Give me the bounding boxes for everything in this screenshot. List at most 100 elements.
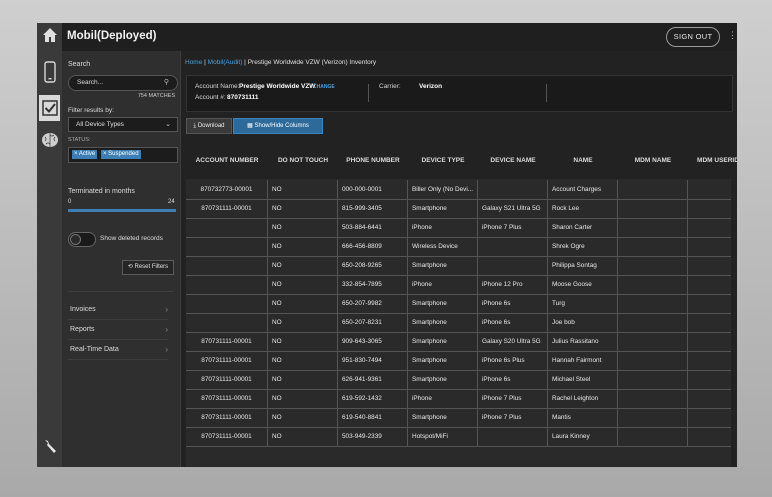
search-placeholder: Search... [77, 79, 104, 86]
phone-number-cell: 332-854-7895 [338, 275, 408, 294]
column-header-account-number[interactable]: ACCOUNT NUMBER [186, 157, 268, 167]
column-header-do-not-touch[interactable]: DO NOT TOUCH [268, 157, 338, 167]
table-row[interactable]: 870731111-00001 NO 909-643-3065 Smartphone G… [186, 332, 731, 352]
phone-number-cell: 666-456-8809 [338, 237, 408, 256]
breadcrumb-separator: | [204, 59, 206, 66]
column-header-device-type[interactable]: DEVICE TYPE [408, 157, 478, 167]
download-label: Download [197, 123, 225, 129]
nav-item-reports[interactable]: Reports › [68, 321, 168, 340]
checkbox-icon[interactable] [39, 95, 60, 121]
table-row[interactable]: 870732773-00001 NO 000-000-0001 Biller Only… [186, 180, 731, 200]
device-name-cell: iPhone 6s [478, 294, 548, 313]
home-icon[interactable] [37, 27, 62, 45]
phone-number-cell: 951-830-7494 [338, 351, 408, 370]
mdm-name-cell [618, 427, 688, 446]
name-cell: Julius Rassitano [548, 332, 618, 351]
device-type-cell: Smartphone [408, 256, 478, 275]
brain-icon[interactable] [37, 131, 62, 151]
device-name-cell: Galaxy S20 Ultra 5G [478, 332, 548, 351]
phone-number-cell: 626-941-9361 [338, 370, 408, 389]
nav-item-real-time-data[interactable]: Real-Time Data › [68, 341, 168, 360]
download-button[interactable]: ⤓ Download [186, 118, 232, 134]
account-number-label: Account #: [195, 94, 226, 101]
slider-min-label: 0 [68, 199, 72, 205]
top-bar: Mobil(Deployed) SIGN OUT ⋮ [62, 23, 737, 52]
device-name-cell: iPhone 6s [478, 370, 548, 389]
table-row[interactable]: 870731111-00001 NO 951-830-7494 Smartphone i… [186, 351, 731, 371]
show-deleted-label: Show deleted records [100, 235, 163, 242]
phone-number-cell: 000-000-0001 [338, 180, 408, 199]
device-name-cell [478, 256, 548, 275]
carrier-value: Verizon [419, 83, 443, 90]
status-multiselect[interactable]: × Active × Suspended [68, 147, 178, 163]
device-type-select[interactable]: All Device Types ⌄ [68, 117, 178, 132]
table-row[interactable]: 870731111-00001 NO 626-941-9361 Smartphone i… [186, 370, 731, 390]
column-header-mdm-userid[interactable]: MDM USERID [688, 157, 737, 167]
column-header-mdm-name[interactable]: MDM NAME [618, 157, 688, 167]
mdm-userid-cell [688, 218, 731, 237]
search-input[interactable]: Search... ⚲ [68, 75, 178, 91]
do-not-touch-cell: NO [268, 313, 338, 332]
phone-number-cell: 503-949-2339 [338, 427, 408, 446]
show-deleted-toggle[interactable] [68, 232, 96, 247]
change-account-link[interactable]: CHANGE [313, 84, 335, 90]
phone-icon[interactable] [37, 61, 62, 85]
table-row[interactable]: NO 666-456-8809 Wireless Device Shrek Ogre [186, 237, 731, 257]
column-header-phone-number[interactable]: PHONE NUMBER [338, 157, 408, 167]
table-row[interactable]: NO 332-854-7895 iPhone iPhone 12 Pro Moose G… [186, 275, 731, 295]
table-row[interactable]: 870731111-00001 NO 619-592-1432 iPhone iPhon… [186, 389, 731, 409]
phone-number-cell: 503-884-6441 [338, 218, 408, 237]
column-header-device-name[interactable]: DEVICE NAME [478, 157, 548, 167]
nav-item-invoices[interactable]: Invoices › [68, 301, 168, 320]
terminated-slider[interactable] [68, 209, 176, 212]
divider [368, 84, 369, 102]
device-name-cell: iPhone 7 Plus [478, 389, 548, 408]
phone-number-cell: 650-208-9265 [338, 256, 408, 275]
table-row[interactable]: 870731111-00001 NO 503-949-2339 Hotspot/MiF… [186, 427, 731, 447]
breadcrumb-separator: | [244, 59, 246, 66]
toggle-knob [70, 234, 81, 245]
breadcrumb-home[interactable]: Home [185, 59, 202, 66]
show-hide-columns-button[interactable]: ▦ Show/Hide Columns [233, 118, 323, 134]
wrench-icon[interactable] [37, 439, 62, 457]
more-menu-icon[interactable]: ⋮ [728, 30, 737, 41]
do-not-touch-cell: NO [268, 199, 338, 218]
device-type-cell: Smartphone [408, 351, 478, 370]
phone-number-cell: 619-592-1432 [338, 389, 408, 408]
mdm-userid-cell [688, 180, 731, 199]
chevron-right-icon: › [165, 305, 168, 314]
terminated-label: Terminated in months [68, 188, 135, 195]
account-number-cell: 870731111-00001 [186, 332, 268, 351]
table-row[interactable]: 870731111-00001 NO 815-999-3405 Smartphone G… [186, 199, 731, 219]
reset-filters-button[interactable]: ⟲ Reset Filters [122, 260, 174, 275]
account-number-cell [186, 313, 268, 332]
do-not-touch-cell: NO [268, 237, 338, 256]
account-name-value: Prestige Worldwide VZW [239, 83, 316, 90]
main-content: Home | Mobil(Audit) | Prestige Worldwide… [181, 51, 737, 467]
mdm-userid-cell [688, 389, 731, 408]
table-row[interactable]: NO 503-884-6441 iPhone iPhone 7 Plus Sharon … [186, 218, 731, 238]
sign-out-button[interactable]: SIGN OUT [666, 27, 720, 47]
table-row[interactable]: NO 650-207-8231 Smartphone iPhone 6s Joe bob [186, 313, 731, 333]
search-label: Search [68, 61, 91, 68]
column-header-name[interactable]: NAME [548, 157, 618, 167]
search-icon[interactable]: ⚲ [164, 78, 169, 86]
mdm-userid-cell [688, 237, 731, 256]
do-not-touch-cell: NO [268, 351, 338, 370]
status-chip-active[interactable]: × Active [72, 150, 98, 159]
name-cell: Philippa Sontag [548, 256, 618, 275]
account-number-cell: 870731111-00001 [186, 408, 268, 427]
status-chip-suspended[interactable]: × Suspended [101, 150, 141, 159]
account-name-label: Account Name: [195, 83, 240, 90]
device-name-cell: iPhone 7 Plus [478, 408, 548, 427]
name-cell: Turg [548, 294, 618, 313]
name-cell: Rock Lee [548, 199, 618, 218]
table-row[interactable]: NO 650-208-9265 Smartphone Philippa Sontag [186, 256, 731, 276]
phone-number-cell: 909-643-3065 [338, 332, 408, 351]
breadcrumb-section[interactable]: Mobil(Audit) [208, 59, 243, 66]
table-row[interactable]: NO 650-207-9982 Smartphone iPhone 6s Turg [186, 294, 731, 314]
account-number-cell: 870731111-00001 [186, 199, 268, 218]
device-type-cell: Smartphone [408, 199, 478, 218]
table-row[interactable]: 870731111-00001 NO 619-540-8841 Smartphone i… [186, 408, 731, 428]
device-name-cell: iPhone 7 Plus [478, 218, 548, 237]
